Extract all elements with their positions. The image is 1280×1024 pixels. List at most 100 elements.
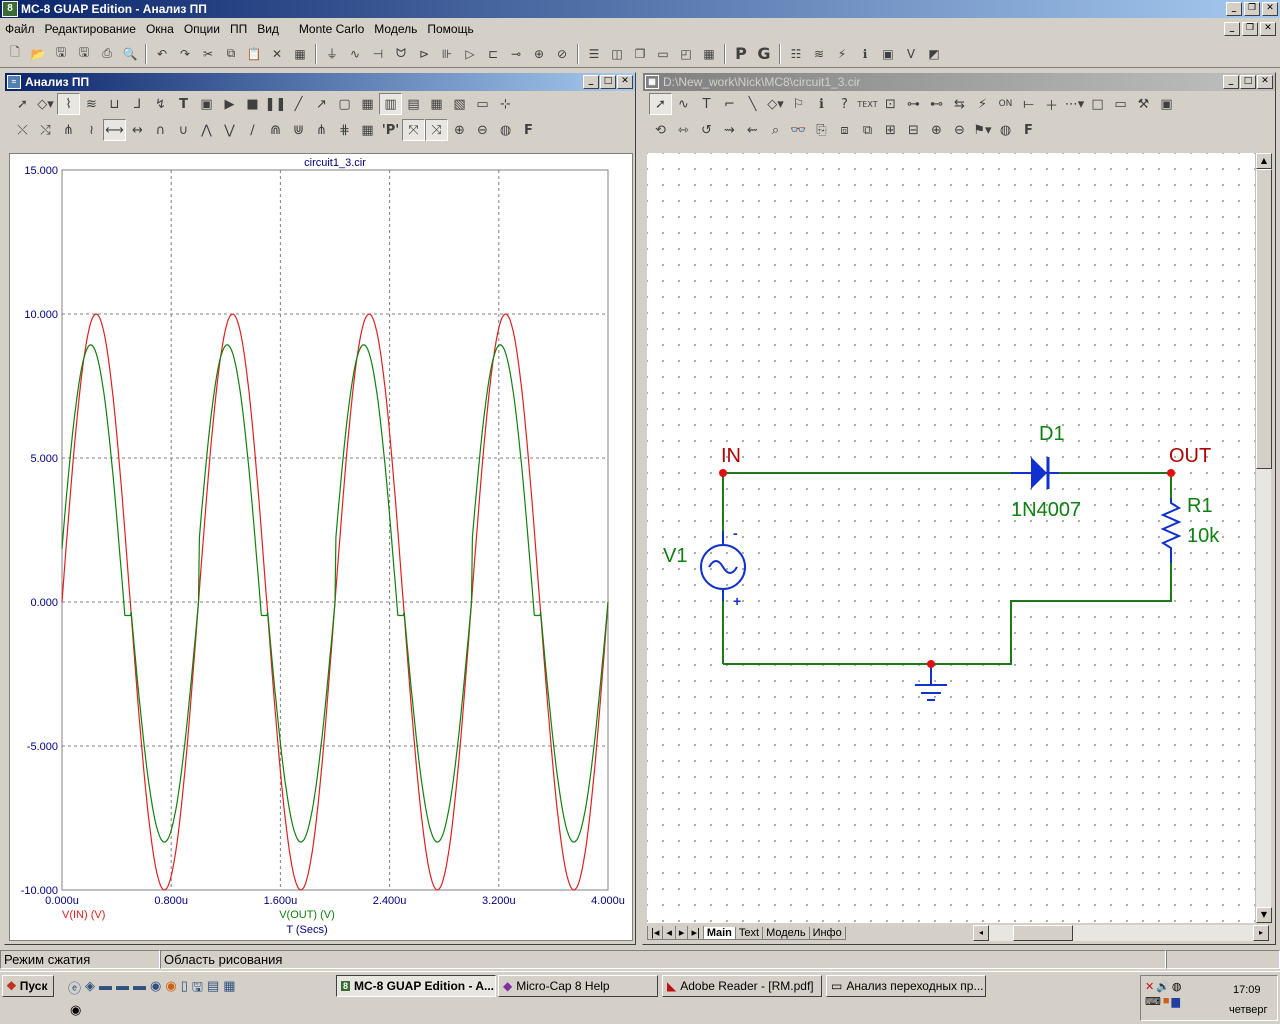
scroll-up-arrow[interactable]: ▲ xyxy=(1256,153,1272,169)
resistor-name-label[interactable]: R1 xyxy=(1187,495,1213,518)
node-out-dot[interactable] xyxy=(1167,469,1175,477)
ql-ie-icon[interactable]: ⓔ xyxy=(68,978,81,1000)
ground-icon[interactable]: ⏚ xyxy=(321,43,343,65)
bottom-icon[interactable]: ⋕ xyxy=(333,119,356,141)
sch-line-icon[interactable]: ╲ xyxy=(741,93,764,115)
tab-text[interactable]: Text xyxy=(734,926,764,940)
task-doc[interactable]: ▭ Анализ переходных пр... xyxy=(826,975,986,997)
sch-text-icon[interactable]: T xyxy=(695,93,718,115)
keyboard-icon[interactable]: ⌨ xyxy=(1145,995,1161,1008)
help-icon[interactable]: ◍ xyxy=(494,119,517,141)
ql-book-icon[interactable]: ▤ xyxy=(207,978,219,1000)
task-mc8[interactable]: 8 MC-8 GUAP Edition - A... xyxy=(336,975,496,997)
plot-mode-icon[interactable]: ⌇ xyxy=(57,93,80,115)
print-icon[interactable]: ⎙ xyxy=(96,43,118,65)
graph-icon[interactable]: ⅃ xyxy=(126,93,149,115)
transistor-icon[interactable]: ⊏ xyxy=(482,43,504,65)
sch-align-icon[interactable]: ⊞ xyxy=(879,119,902,141)
cursor-peak-icon[interactable]: ⋔ xyxy=(57,119,80,141)
analysis-close-button[interactable]: ✕ xyxy=(617,75,633,89)
sch-zoom-out-icon[interactable]: ⊖ xyxy=(948,119,971,141)
hscroll-thumb[interactable] xyxy=(1013,925,1073,941)
tab-nav-next[interactable]: ▸ xyxy=(674,926,689,940)
sch-font-icon[interactable]: F xyxy=(1017,119,1040,141)
hscroll-left-arrow[interactable]: ◂ xyxy=(973,925,989,941)
cut-icon[interactable]: ✂ xyxy=(197,43,219,65)
component-icon[interactable]: ▦ xyxy=(289,43,311,65)
save-all-icon[interactable]: 🖫 xyxy=(73,43,95,65)
diode-name-label[interactable]: D1 xyxy=(1039,423,1065,446)
stop-icon[interactable]: ■ xyxy=(241,93,264,115)
sch-current-icon[interactable]: ⇆ xyxy=(948,93,971,115)
sch-flip-icon[interactable]: ↺ xyxy=(695,119,718,141)
schematic-minimize-button[interactable]: _ xyxy=(1223,75,1239,89)
cursor-left-icon[interactable]: ⤬ xyxy=(11,119,34,141)
zoom-out-icon[interactable]: ⊖ xyxy=(471,119,494,141)
mdi-close-button[interactable]: ✕ xyxy=(1260,22,1276,36)
sch-select-icon[interactable]: ➚ xyxy=(649,93,672,115)
schematic-maximize-button[interactable]: □ xyxy=(1240,75,1256,89)
split-icon[interactable]: ◰ xyxy=(675,43,697,65)
sch-find-icon[interactable]: ⌕ xyxy=(764,119,787,141)
grid-icon[interactable]: ▢ xyxy=(333,93,356,115)
schematic-vertical-scrollbar[interactable]: ▲ ▼ xyxy=(1255,153,1272,923)
volume-icon[interactable]: 🔊 xyxy=(1156,980,1170,993)
p-icon[interactable]: P xyxy=(730,43,752,65)
mdi-minimize-button[interactable]: _ xyxy=(1224,22,1240,36)
sch-grid-icon[interactable]: ⋯▾ xyxy=(1063,93,1086,115)
cursor-mode-icon[interactable]: ⟷ xyxy=(103,119,126,141)
tab-nav-first[interactable]: |◂ xyxy=(647,926,664,940)
scope-icon[interactable]: ▣ xyxy=(877,43,899,65)
tab-info[interactable]: Инфо xyxy=(808,926,846,940)
pause-icon[interactable]: ❚❚ xyxy=(264,93,287,115)
new-file-icon[interactable]: 🗋 xyxy=(4,43,26,65)
save-icon[interactable]: 🖫 xyxy=(50,43,72,65)
zoom-in-icon[interactable]: ⊕ xyxy=(448,119,471,141)
next-point-icon[interactable]: ↔ xyxy=(126,119,149,141)
scroll-down-arrow[interactable]: ▼ xyxy=(1256,907,1272,923)
task-adobe[interactable]: ◣ Adobe Reader - [RM.pdf] xyxy=(662,975,822,997)
inductor-icon[interactable]: ᗢ xyxy=(390,43,412,65)
schematic-canvas[interactable]: IN OUT D1 1N4007 R1 10k V1 - + xyxy=(647,153,1255,923)
menu-view[interactable]: Вид xyxy=(252,22,284,36)
tab-model[interactable]: Модель xyxy=(762,926,810,940)
minimize-button[interactable]: _ xyxy=(1226,2,1242,16)
opamp-icon[interactable]: ▷ xyxy=(459,43,481,65)
plot-area[interactable]: 0.000u 0.800u 1.600u 2.400u 3.200u 4.000u 15.0… xyxy=(9,153,633,941)
ql-doc-icon[interactable]: ▯ xyxy=(181,978,188,1000)
sch-attr-icon[interactable]: ⊡ xyxy=(879,93,902,115)
voltage-source-v1[interactable] xyxy=(700,531,746,601)
network-icon[interactable]: ✕ xyxy=(1145,980,1154,993)
menu-options[interactable]: Опции xyxy=(179,22,225,36)
menu-model[interactable]: Модель xyxy=(369,22,422,36)
ql-drive3-icon[interactable]: ▬ xyxy=(133,978,146,1000)
resistor-value-label[interactable]: 10k xyxy=(1187,525,1219,548)
grid-none-icon[interactable]: ▧ xyxy=(448,93,471,115)
sch-mirror-icon[interactable]: ⇿ xyxy=(672,119,695,141)
source-icon[interactable]: ⊕ xyxy=(528,43,550,65)
node-ground-dot[interactable] xyxy=(927,660,935,668)
sch-shape-icon[interactable]: ◇▾ xyxy=(764,93,787,115)
source-name-label[interactable]: V1 xyxy=(663,545,687,568)
close-button[interactable]: ✕ xyxy=(1262,2,1278,16)
netlist-icon[interactable]: ☷ xyxy=(785,43,807,65)
sch-textmode-icon[interactable]: TEXT xyxy=(856,93,879,115)
undo-icon[interactable]: ↶ xyxy=(151,43,173,65)
sch-zoom-in-icon[interactable]: ⊕ xyxy=(925,119,948,141)
shapes-icon[interactable]: ◇▾ xyxy=(34,93,57,115)
sch-rotate-icon[interactable]: ⟲ xyxy=(649,119,672,141)
sch-power-icon[interactable]: ⚡ xyxy=(971,93,994,115)
probe-icon[interactable]: ⚡ xyxy=(831,43,853,65)
grid-both-icon[interactable]: ▦ xyxy=(425,93,448,115)
calculator-icon[interactable]: ▦ xyxy=(698,43,720,65)
analysis-minimize-button[interactable]: _ xyxy=(583,75,599,89)
grid-v-icon[interactable]: ▥ xyxy=(379,93,402,115)
node-label-out[interactable]: OUT xyxy=(1169,445,1211,468)
overlay-icon[interactable]: ≋ xyxy=(80,93,103,115)
clock-time[interactable]: 17:09 xyxy=(1233,984,1261,996)
sch-cross-icon[interactable]: ＋ xyxy=(1040,93,1063,115)
paste-icon[interactable]: 📋 xyxy=(243,43,265,65)
eye-icon[interactable]: ◉ xyxy=(70,1002,81,1018)
sch-title-icon[interactable]: ▭ xyxy=(1109,93,1132,115)
menu-transient[interactable]: ПП xyxy=(225,22,252,36)
